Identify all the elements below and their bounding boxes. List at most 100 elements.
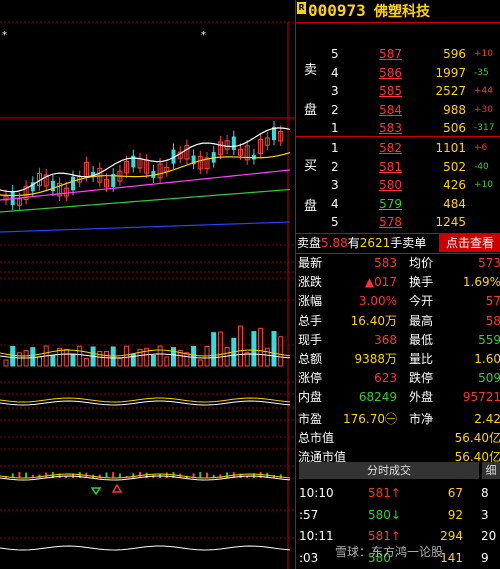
order-level: 2 xyxy=(331,102,339,117)
candle-body xyxy=(71,176,75,191)
marker-star-right: * xyxy=(201,30,206,41)
volume-bar xyxy=(124,345,130,367)
order-volume: 988 xyxy=(443,102,466,117)
order-level: 4 xyxy=(331,196,339,211)
volume-bar xyxy=(191,346,197,367)
candle-body xyxy=(231,136,236,150)
order-row[interactable]: 1 582 1101 +6 xyxy=(326,139,500,157)
volume-bar xyxy=(77,345,83,367)
stat-label: 均价 xyxy=(409,256,434,270)
stat-value: 368 xyxy=(374,332,397,347)
order-row[interactable]: 2 584 988 +30 xyxy=(326,101,500,119)
stat-label: 最新 xyxy=(298,256,323,270)
stat-label: 内盘 xyxy=(298,390,323,405)
order-row[interactable]: 4 586 1997 -35 xyxy=(326,64,500,82)
stats-row: 市盈 176.70㊀ 市净 2.42 xyxy=(296,410,500,429)
stat-label: 市盈 xyxy=(298,411,323,426)
stat-label: 总手 xyxy=(298,313,323,328)
order-change: +10 xyxy=(474,180,493,190)
order-change: +30 xyxy=(474,104,493,115)
tick-volume: 92 xyxy=(447,507,463,522)
order-change: -40 xyxy=(474,161,489,172)
order-volume: 1245 xyxy=(435,215,466,229)
order-level: 1 xyxy=(331,141,339,155)
order-volume: 596 xyxy=(443,47,466,61)
order-price[interactable]: 578 xyxy=(372,213,402,231)
order-change: +44 xyxy=(474,86,493,96)
buy-side-label: 买盘 xyxy=(304,159,318,214)
order-price[interactable]: 581 xyxy=(372,158,402,176)
tick-detail-tab[interactable]: 细 xyxy=(482,462,500,479)
order-level: 2 xyxy=(331,159,339,174)
order-level: 4 xyxy=(331,65,339,80)
order-volume: 426 xyxy=(443,178,466,192)
tick-price: 581↑ xyxy=(368,486,401,500)
order-row[interactable]: 5 587 596 +10 xyxy=(326,45,500,63)
order-summary: 卖盘5.88有2621手卖单 点击查看 xyxy=(296,234,500,252)
stat-label: 总额 xyxy=(298,352,323,366)
order-row[interactable]: 2 581 502 -40 xyxy=(326,158,500,176)
order-price[interactable]: 586 xyxy=(372,64,402,82)
view-more-button[interactable]: 点击查看 xyxy=(439,234,500,252)
order-price[interactable]: 584 xyxy=(372,101,402,119)
order-price[interactable]: 580 xyxy=(372,176,402,194)
kline-chart[interactable]: * * xyxy=(0,0,295,569)
volume-bar xyxy=(150,355,156,367)
ma-line-blue xyxy=(0,221,291,233)
volume-bar xyxy=(251,331,257,367)
tick-time: 10:11 xyxy=(299,529,334,543)
order-level: 3 xyxy=(331,178,339,192)
order-change: -35 xyxy=(474,67,489,78)
volume-bar xyxy=(30,347,36,367)
order-level: 5 xyxy=(331,47,339,61)
sell-signal-arrow xyxy=(111,483,123,493)
volume-bar xyxy=(83,357,89,367)
order-row[interactable]: 3 580 426 +10 xyxy=(326,176,500,194)
volume-bar xyxy=(258,327,264,367)
buy-order-book: 买盘 1 582 1101 +6 2 581 502 -40 3 580 426 +10 4 579 484… xyxy=(296,135,500,245)
stat-value: 16.40万 xyxy=(350,313,397,328)
tick-count: 9 xyxy=(481,550,489,565)
volume-bar xyxy=(244,352,250,367)
volume-bar xyxy=(264,347,270,367)
volume-bar xyxy=(70,353,76,367)
tick-count: 3 xyxy=(481,507,489,522)
stats-row: 涨跌 ▲017 换手 1.69% xyxy=(296,273,500,292)
volume-bar xyxy=(50,355,56,367)
order-price[interactable]: 587 xyxy=(372,45,402,63)
stat-label: 涨跌 xyxy=(298,275,323,290)
order-row[interactable]: 3 585 2527 +44 xyxy=(326,82,500,100)
order-price[interactable]: 582 xyxy=(372,139,402,157)
stat-label: 涨停 xyxy=(298,371,323,386)
order-row[interactable]: 5 578 1245 xyxy=(326,213,500,231)
kdj-line-white xyxy=(0,400,291,406)
order-volume: 1101 xyxy=(435,141,466,155)
volume-bar xyxy=(37,356,42,367)
order-row[interactable]: 4 579 484 xyxy=(326,195,500,213)
tick-title[interactable]: 分时成交 xyxy=(299,462,479,479)
volume-bar xyxy=(157,345,163,367)
indicator-lines xyxy=(0,349,291,551)
tick-header: 分时成交 细 xyxy=(296,462,500,481)
stat-value: 573 xyxy=(478,256,500,270)
bottom-line xyxy=(0,545,291,551)
volume-bars xyxy=(3,325,284,367)
stats-row: 总额 9388万 量比 1.60 xyxy=(296,350,500,369)
tick-volume: 67 xyxy=(447,486,463,500)
stat-value: 95721 xyxy=(462,390,500,405)
volume-bar xyxy=(217,331,223,367)
volume-bar xyxy=(63,348,69,367)
order-price[interactable]: 585 xyxy=(372,82,402,100)
stat-label: 市净 xyxy=(409,411,434,426)
stat-label: 现手 xyxy=(298,332,323,347)
stat-value: 559 xyxy=(478,332,500,347)
stock-code[interactable]: 000973 xyxy=(308,1,366,20)
order-price[interactable]: 579 xyxy=(372,195,402,213)
stat-value: ▲017 xyxy=(364,275,397,290)
stat-label: 最低 xyxy=(409,332,434,347)
ma-line-magenta xyxy=(0,169,291,201)
stat-value: 68249 xyxy=(358,390,397,405)
stat-value: 583 xyxy=(374,256,397,270)
stat-value: 2.42 xyxy=(474,411,500,426)
volume-bar xyxy=(184,352,190,367)
